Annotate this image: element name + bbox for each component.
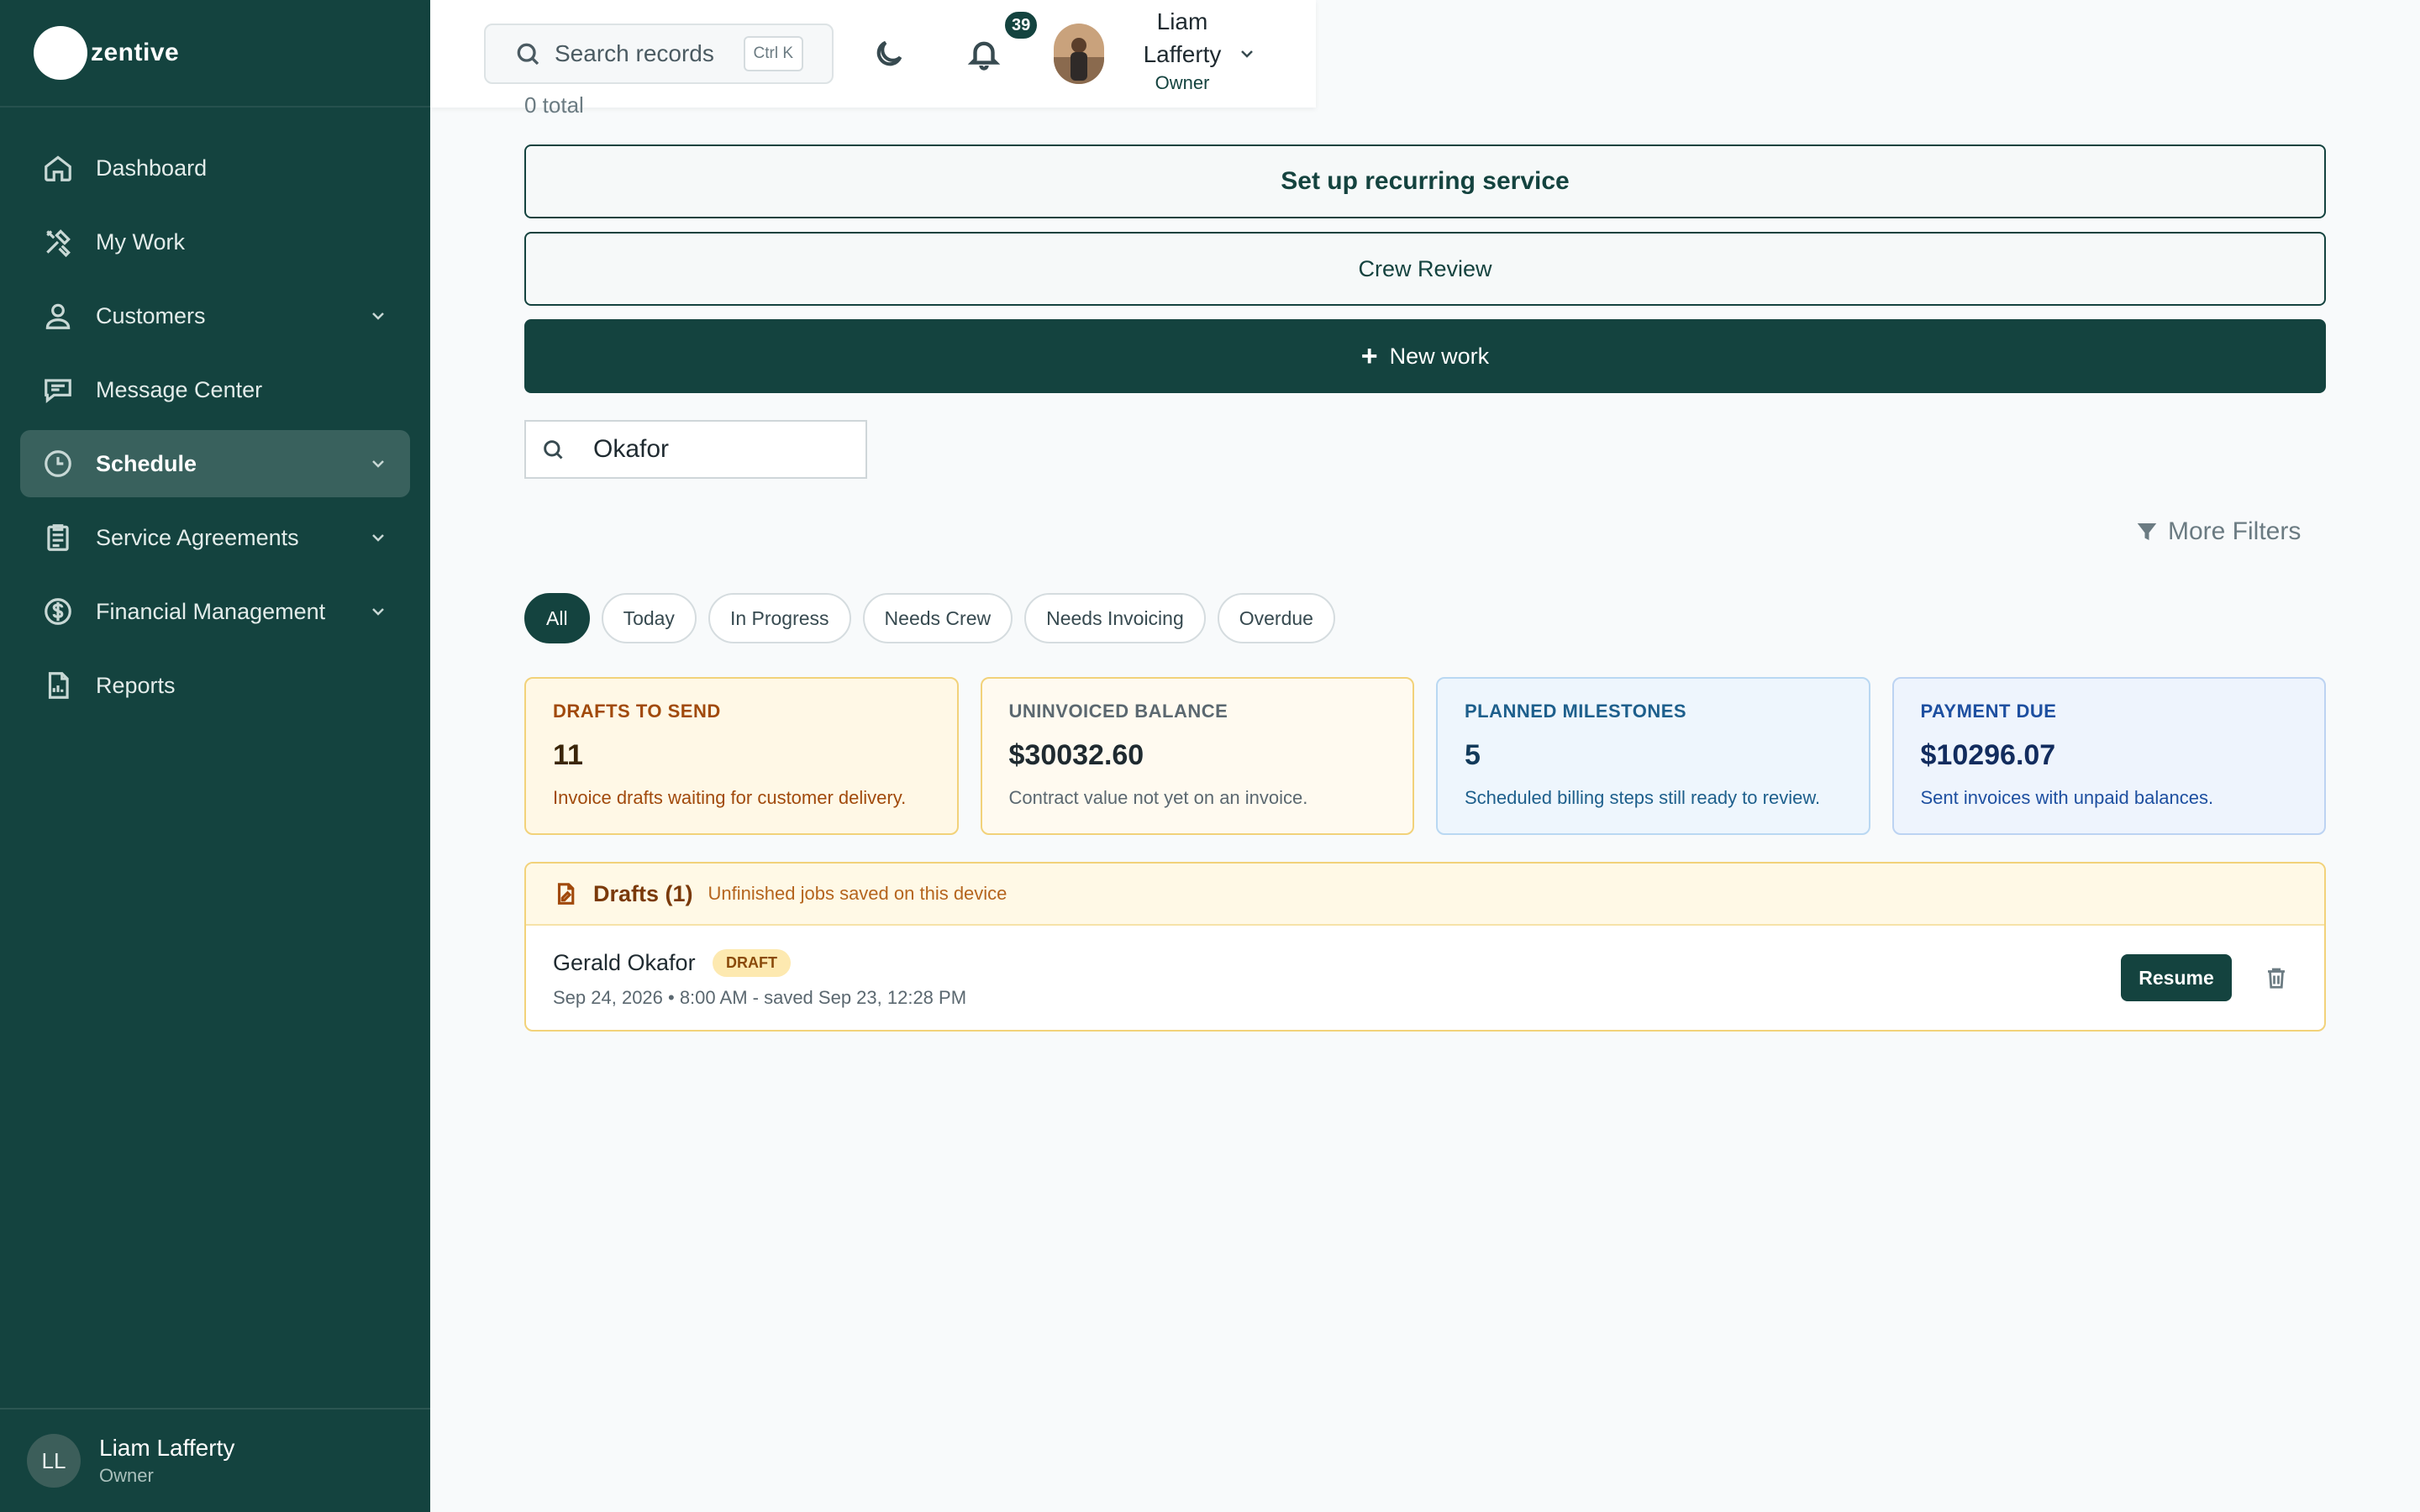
more-filters-label: More Filters	[2168, 517, 2302, 545]
chip-overdue[interactable]: Overdue	[1217, 593, 1335, 643]
search-placeholder: Search records	[555, 40, 714, 66]
user-role: Owner	[1155, 72, 1210, 93]
sidebar-item-message-center[interactable]: Message Center	[20, 356, 410, 423]
dollar-icon	[42, 596, 74, 627]
card-description: Scheduled billing steps still ready to r…	[1465, 787, 1821, 808]
resume-button[interactable]: Resume	[2121, 954, 2232, 1001]
sidebar-nav: Dashboard My Work Customers Message Cent…	[0, 108, 430, 719]
new-work-label: New work	[1389, 343, 1490, 369]
chat-icon	[42, 374, 74, 406]
payment-due-card[interactable]: PAYMENT DUE $10296.07 Sent invoices with…	[1891, 677, 2326, 835]
drafts-panel: Drafts (1) Unfinished jobs saved on this…	[524, 862, 2326, 1032]
sidebar-item-label: Financial Management	[96, 598, 326, 624]
drafts-subtitle: Unfinished jobs saved on this device	[708, 883, 1007, 904]
draft-document-icon	[557, 883, 575, 905]
sidebar-item-label: Dashboard	[96, 155, 208, 181]
users-icon	[42, 300, 74, 332]
list-item[interactable]: Gerald Okafor DRAFT Sep 24, 2026 • 8:00 …	[526, 926, 2324, 1030]
card-description: Invoice drafts waiting for customer deli…	[553, 787, 907, 808]
job-search-input[interactable]: Okafor	[524, 420, 867, 479]
planned-milestones-card[interactable]: PLANNED MILESTONES 5 Scheduled billing s…	[1436, 677, 1870, 835]
user-name: Liam Lafferty	[99, 1435, 235, 1461]
chevron-down-icon[interactable]	[368, 601, 388, 622]
draft-customer-name: Gerald Okafor	[553, 950, 696, 975]
job-search-value: Okafor	[593, 435, 670, 463]
card-label: PAYMENT DUE	[1920, 701, 2057, 722]
sidebar-item-label: My Work	[96, 228, 185, 255]
card-description: Sent invoices with unpaid balances.	[1920, 787, 2214, 808]
card-value: 5	[1465, 739, 1481, 771]
chip-in-progress[interactable]: In Progress	[708, 593, 851, 643]
brand[interactable]: zentive	[0, 0, 430, 108]
sidebar-item-label: Message Center	[96, 376, 263, 402]
sidebar-item-dashboard[interactable]: Dashboard	[20, 134, 410, 202]
chevron-down-icon[interactable]	[1237, 44, 1257, 64]
sidebar-item-label: Schedule	[96, 450, 197, 476]
topbar: Search records Ctrl K 39 Liam Lafferty O…	[430, 0, 1316, 108]
sidebar-item-label: Customers	[96, 302, 206, 328]
drafts-title: Drafts (1)	[593, 880, 693, 906]
avatar: LL	[27, 1434, 81, 1488]
chip-needs-invoicing[interactable]: Needs Invoicing	[1024, 593, 1206, 643]
logo-icon	[34, 26, 87, 80]
clipboard-icon	[42, 522, 74, 554]
user-name: Liam Lafferty	[1143, 8, 1222, 67]
summary-cards: DRAFTS TO SEND 11 Invoice drafts waiting…	[524, 677, 2326, 835]
plus-icon: +	[1360, 339, 1378, 372]
sidebar-item-label: Reports	[96, 672, 176, 698]
sidebar-item-service-agreements[interactable]: Service Agreements	[20, 504, 410, 571]
card-label: PLANNED MILESTONES	[1465, 701, 1687, 722]
search-input[interactable]: Search records Ctrl K	[484, 24, 834, 84]
bell-icon[interactable]	[966, 35, 1002, 72]
setup-recurring-button[interactable]: Set up recurring service	[524, 144, 2326, 218]
search-icon	[544, 440, 563, 459]
clock-icon	[42, 448, 74, 480]
sidebar-item-my-work[interactable]: My Work	[20, 208, 410, 276]
more-filters-button[interactable]: More Filters	[2134, 517, 2301, 546]
shortcut-hint: Ctrl K	[743, 36, 803, 71]
user-menu[interactable]: Liam Lafferty Owner	[1128, 5, 1237, 94]
sidebar-item-customers[interactable]: Customers	[20, 282, 410, 349]
sidebar-item-reports[interactable]: Reports	[20, 652, 410, 719]
chip-needs-crew[interactable]: Needs Crew	[862, 593, 1013, 643]
sidebar-item-financial-management[interactable]: Financial Management	[20, 578, 410, 645]
sidebar-user[interactable]: LL Liam Lafferty Owner	[0, 1408, 430, 1512]
notification-badge: 39	[1003, 10, 1039, 40]
crew-review-button[interactable]: Crew Review	[524, 232, 2326, 306]
trash-icon[interactable]	[2264, 964, 2289, 991]
card-value: $10296.07	[1920, 739, 2056, 771]
user-role: Owner	[99, 1465, 154, 1486]
uninvoiced-balance-card[interactable]: UNINVOICED BALANCE $30032.60 Contract va…	[980, 677, 1414, 835]
report-icon	[42, 669, 74, 701]
theme-toggle-moon-icon[interactable]	[872, 37, 906, 71]
avatar[interactable]	[1054, 24, 1104, 84]
new-work-button[interactable]: + New work	[524, 319, 2326, 393]
search-icon	[517, 43, 539, 66]
sidebar: zentive Dashboard My Work Customers Mess…	[0, 0, 430, 1512]
status-filter-chips: All Today In Progress Needs Crew Needs I…	[524, 593, 1347, 643]
filter-icon	[2137, 523, 2157, 540]
sidebar-item-schedule[interactable]: Schedule	[20, 430, 410, 497]
card-label: UNINVOICED BALANCE	[1008, 701, 1228, 722]
drafts-header: Drafts (1) Unfinished jobs saved on this…	[526, 864, 2324, 926]
card-description: Contract value not yet on an invoice.	[1008, 787, 1308, 808]
chevron-down-icon[interactable]	[368, 306, 388, 326]
total-count: 0 total	[524, 92, 584, 118]
tools-icon	[42, 226, 74, 258]
card-value: 11	[553, 739, 583, 771]
chip-today[interactable]: Today	[601, 593, 697, 643]
draft-meta: Sep 24, 2026 • 8:00 AM - saved Sep 23, 1…	[553, 987, 967, 1008]
brand-name: zentive	[91, 39, 180, 66]
chevron-down-icon[interactable]	[368, 528, 388, 548]
sidebar-user-info: Liam Lafferty Owner	[99, 1435, 234, 1487]
chip-all[interactable]: All	[524, 593, 590, 643]
drafts-to-send-card[interactable]: DRAFTS TO SEND 11 Invoice drafts waiting…	[524, 677, 959, 835]
status-badge: DRAFT	[713, 949, 792, 977]
sidebar-item-label: Service Agreements	[96, 524, 299, 550]
card-label: DRAFTS TO SEND	[553, 701, 721, 722]
chevron-down-icon[interactable]	[368, 454, 388, 474]
card-value: $30032.60	[1008, 739, 1144, 771]
home-icon	[42, 152, 74, 184]
